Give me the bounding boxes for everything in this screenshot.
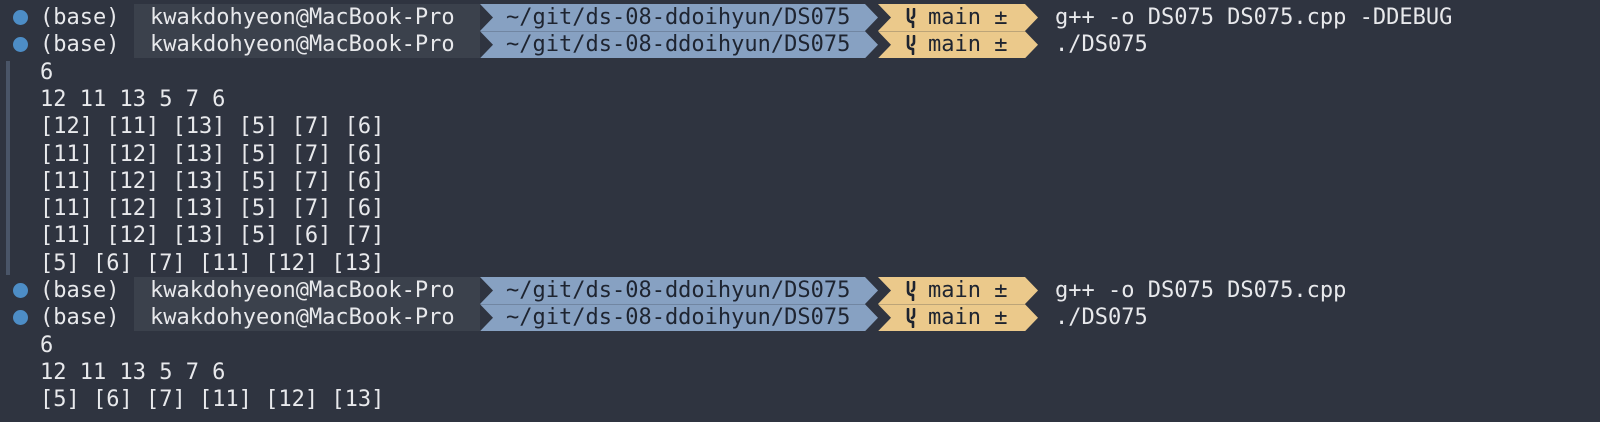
command-text: g++ -o DS075 DS075.cpp -DDEBUG: [1055, 5, 1453, 30]
cwd-segment: ~/git/ds-08-ddoihyun/DS075: [480, 4, 878, 31]
output-line: 6: [40, 59, 54, 85]
user-host-segment: kwakdohyeon@MacBook-Pro: [134, 277, 480, 304]
user-host-segment: kwakdohyeon@MacBook-Pro: [134, 304, 480, 332]
conda-env-label: (base): [40, 305, 120, 331]
output-line: 12 11 13 5 7 6: [40, 359, 226, 385]
prompt-line: (base) kwakdohyeon@MacBook-Pro ~/git/ds-08…: [0, 304, 1600, 332]
git-branch-label: main ±: [928, 278, 1008, 303]
output-line: [11] [12] [13] [5] [6] [7]: [40, 223, 385, 249]
conda-env-label: (base): [40, 32, 120, 58]
user-host-segment: kwakdohyeon@MacBook-Pro: [134, 4, 480, 31]
branch-icon: [904, 278, 928, 303]
prompt-line: (base) kwakdohyeon@MacBook-Pro ~/git/ds-08…: [0, 4, 1600, 31]
output-line: [11] [12] [13] [5] [7] [6]: [40, 168, 385, 194]
git-branch-segment: main ±: [878, 304, 1038, 331]
output-line: [12] [11] [13] [5] [7] [6]: [40, 114, 385, 140]
cwd-segment: ~/git/ds-08-ddoihyun/DS075: [480, 31, 878, 58]
prompt-line: (base) kwakdohyeon@MacBook-Pro ~/git/ds-08…: [0, 31, 1600, 59]
output-line: 6: [40, 332, 54, 358]
git-branch-label: main ±: [928, 32, 1008, 58]
git-branch-segment: main ±: [878, 31, 1038, 58]
output-gutter-bar: [6, 60, 10, 275]
user-host-segment: kwakdohyeon@MacBook-Pro: [134, 31, 480, 59]
output-line: [5] [6] [7] [11] [12] [13]: [40, 250, 385, 276]
status-dot-icon: [13, 37, 28, 53]
prompt-line: (base) kwakdohyeon@MacBook-Pro ~/git/ds-08…: [0, 277, 1600, 304]
output-line: 12 11 13 5 7 6: [40, 86, 226, 112]
conda-env-label: (base): [40, 278, 120, 303]
branch-icon: [904, 5, 928, 30]
cwd-segment: ~/git/ds-08-ddoihyun/DS075: [480, 304, 878, 331]
git-branch-label: main ±: [928, 305, 1008, 331]
status-dot-icon: [13, 283, 28, 298]
status-dot-icon: [13, 310, 28, 326]
git-branch-segment: main ±: [878, 277, 1038, 304]
git-branch-label: main ±: [928, 5, 1008, 30]
conda-env-label: (base): [40, 5, 120, 30]
output-line: [11] [12] [13] [5] [7] [6]: [40, 141, 385, 167]
status-dot-icon: [13, 10, 28, 25]
output-line: [11] [12] [13] [5] [7] [6]: [40, 196, 385, 222]
branch-icon: [904, 32, 928, 57]
command-text: g++ -o DS075 DS075.cpp: [1055, 278, 1347, 303]
cwd-segment: ~/git/ds-08-ddoihyun/DS075: [480, 277, 878, 304]
terminal-window[interactable]: (base) kwakdohyeon@MacBook-Pro ~/git/ds-08…: [0, 0, 1600, 422]
git-branch-segment: main ±: [878, 4, 1038, 31]
branch-icon: [904, 305, 928, 330]
output-line: [5] [6] [7] [11] [12] [13]: [40, 387, 385, 413]
command-text: ./DS075: [1055, 305, 1148, 331]
command-text: ./DS075: [1055, 32, 1148, 58]
